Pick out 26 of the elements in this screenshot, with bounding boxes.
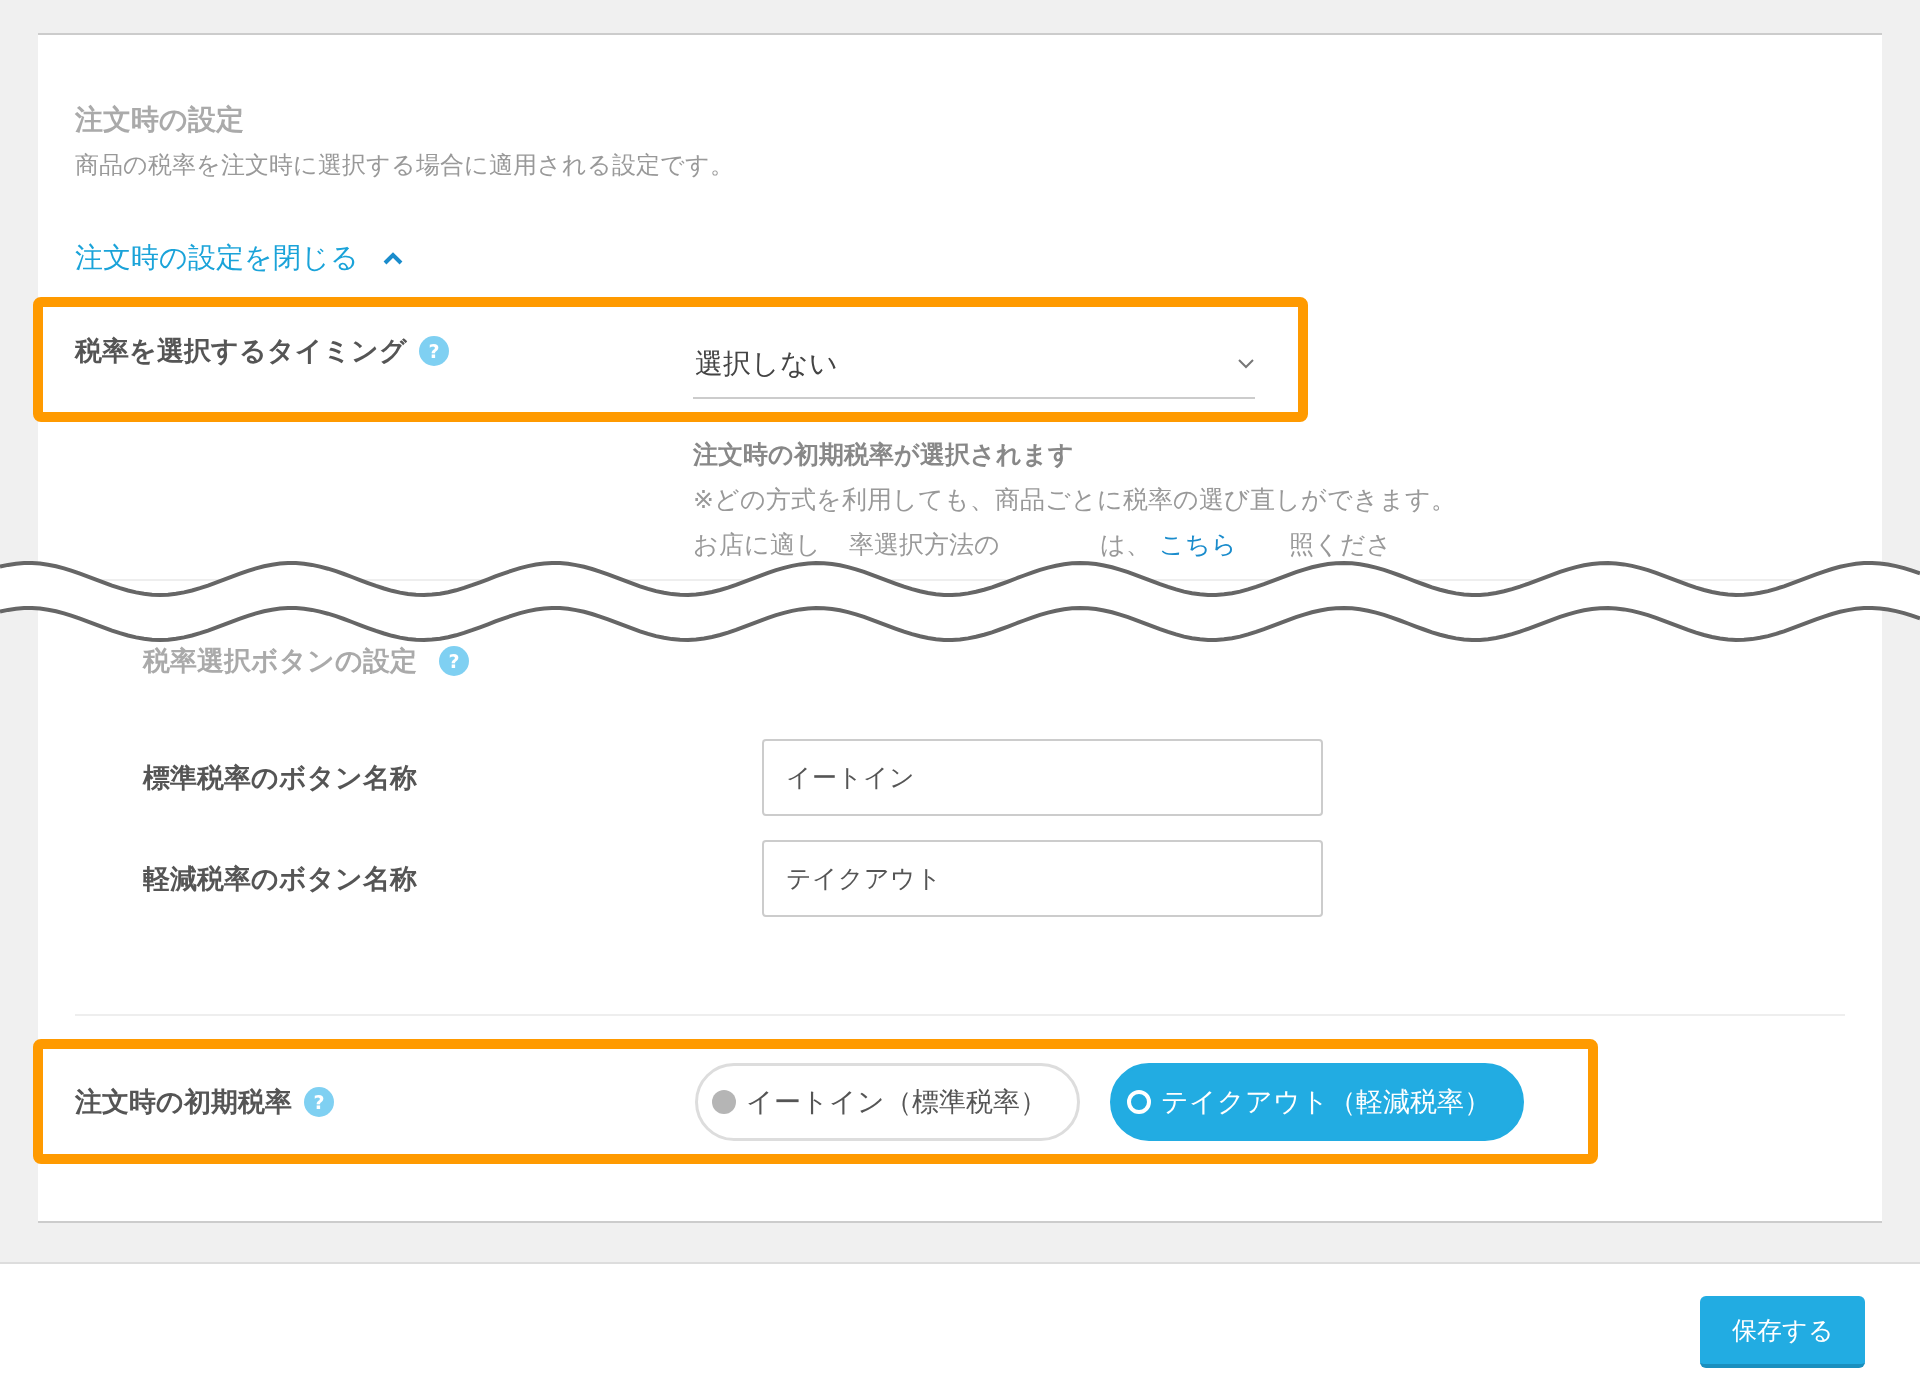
rate-option[interactable]: イートイン（標準税率） — [695, 1062, 1080, 1141]
guide-link[interactable]: こちら — [1159, 528, 1237, 561]
field-label: 税率を選択するタイミング — [75, 334, 407, 368]
chevron-down-icon — [1237, 358, 1255, 370]
note-text: 率選択方法の — [849, 529, 1000, 561]
collapse-link[interactable]: 注文時の設定を閉じる — [75, 239, 403, 277]
field-label: 軽減税率のボタン名称 — [143, 861, 418, 896]
subsection-title: 税率選択ボタンの設定 — [143, 644, 417, 678]
field-label: 注文時の初期税率 — [75, 1084, 292, 1119]
input-field[interactable]: テイクアウト — [762, 840, 1323, 917]
note-heading: 注文時の初期税率が選択されます — [693, 439, 1075, 471]
help-icon[interactable]: ? — [304, 1086, 334, 1117]
chevron-up-icon — [383, 251, 403, 265]
section-description: 商品の税率を注文時に選択する場合に適用される設定です。 — [75, 150, 735, 181]
rate-option[interactable]: テイクアウト（軽減税率） — [1110, 1062, 1524, 1141]
note-text: ※どの方式を利用しても、商品ごとに税率の選び直しができます。 — [693, 484, 1457, 516]
timing-select[interactable]: 選択しない — [693, 345, 1255, 399]
section-title: 注文時の設定 — [75, 102, 245, 138]
save-button[interactable]: 保存する — [1700, 1296, 1865, 1368]
help-icon[interactable]: ? — [419, 336, 449, 366]
note-text: は、 — [1100, 529, 1151, 561]
help-icon[interactable]: ? — [439, 646, 469, 676]
field-label: 標準税率のボタン名称 — [143, 760, 418, 795]
input-field[interactable]: イートイン — [762, 739, 1323, 816]
note-text: 照くださ — [1289, 529, 1392, 561]
note-text: お店に適し — [693, 529, 821, 561]
